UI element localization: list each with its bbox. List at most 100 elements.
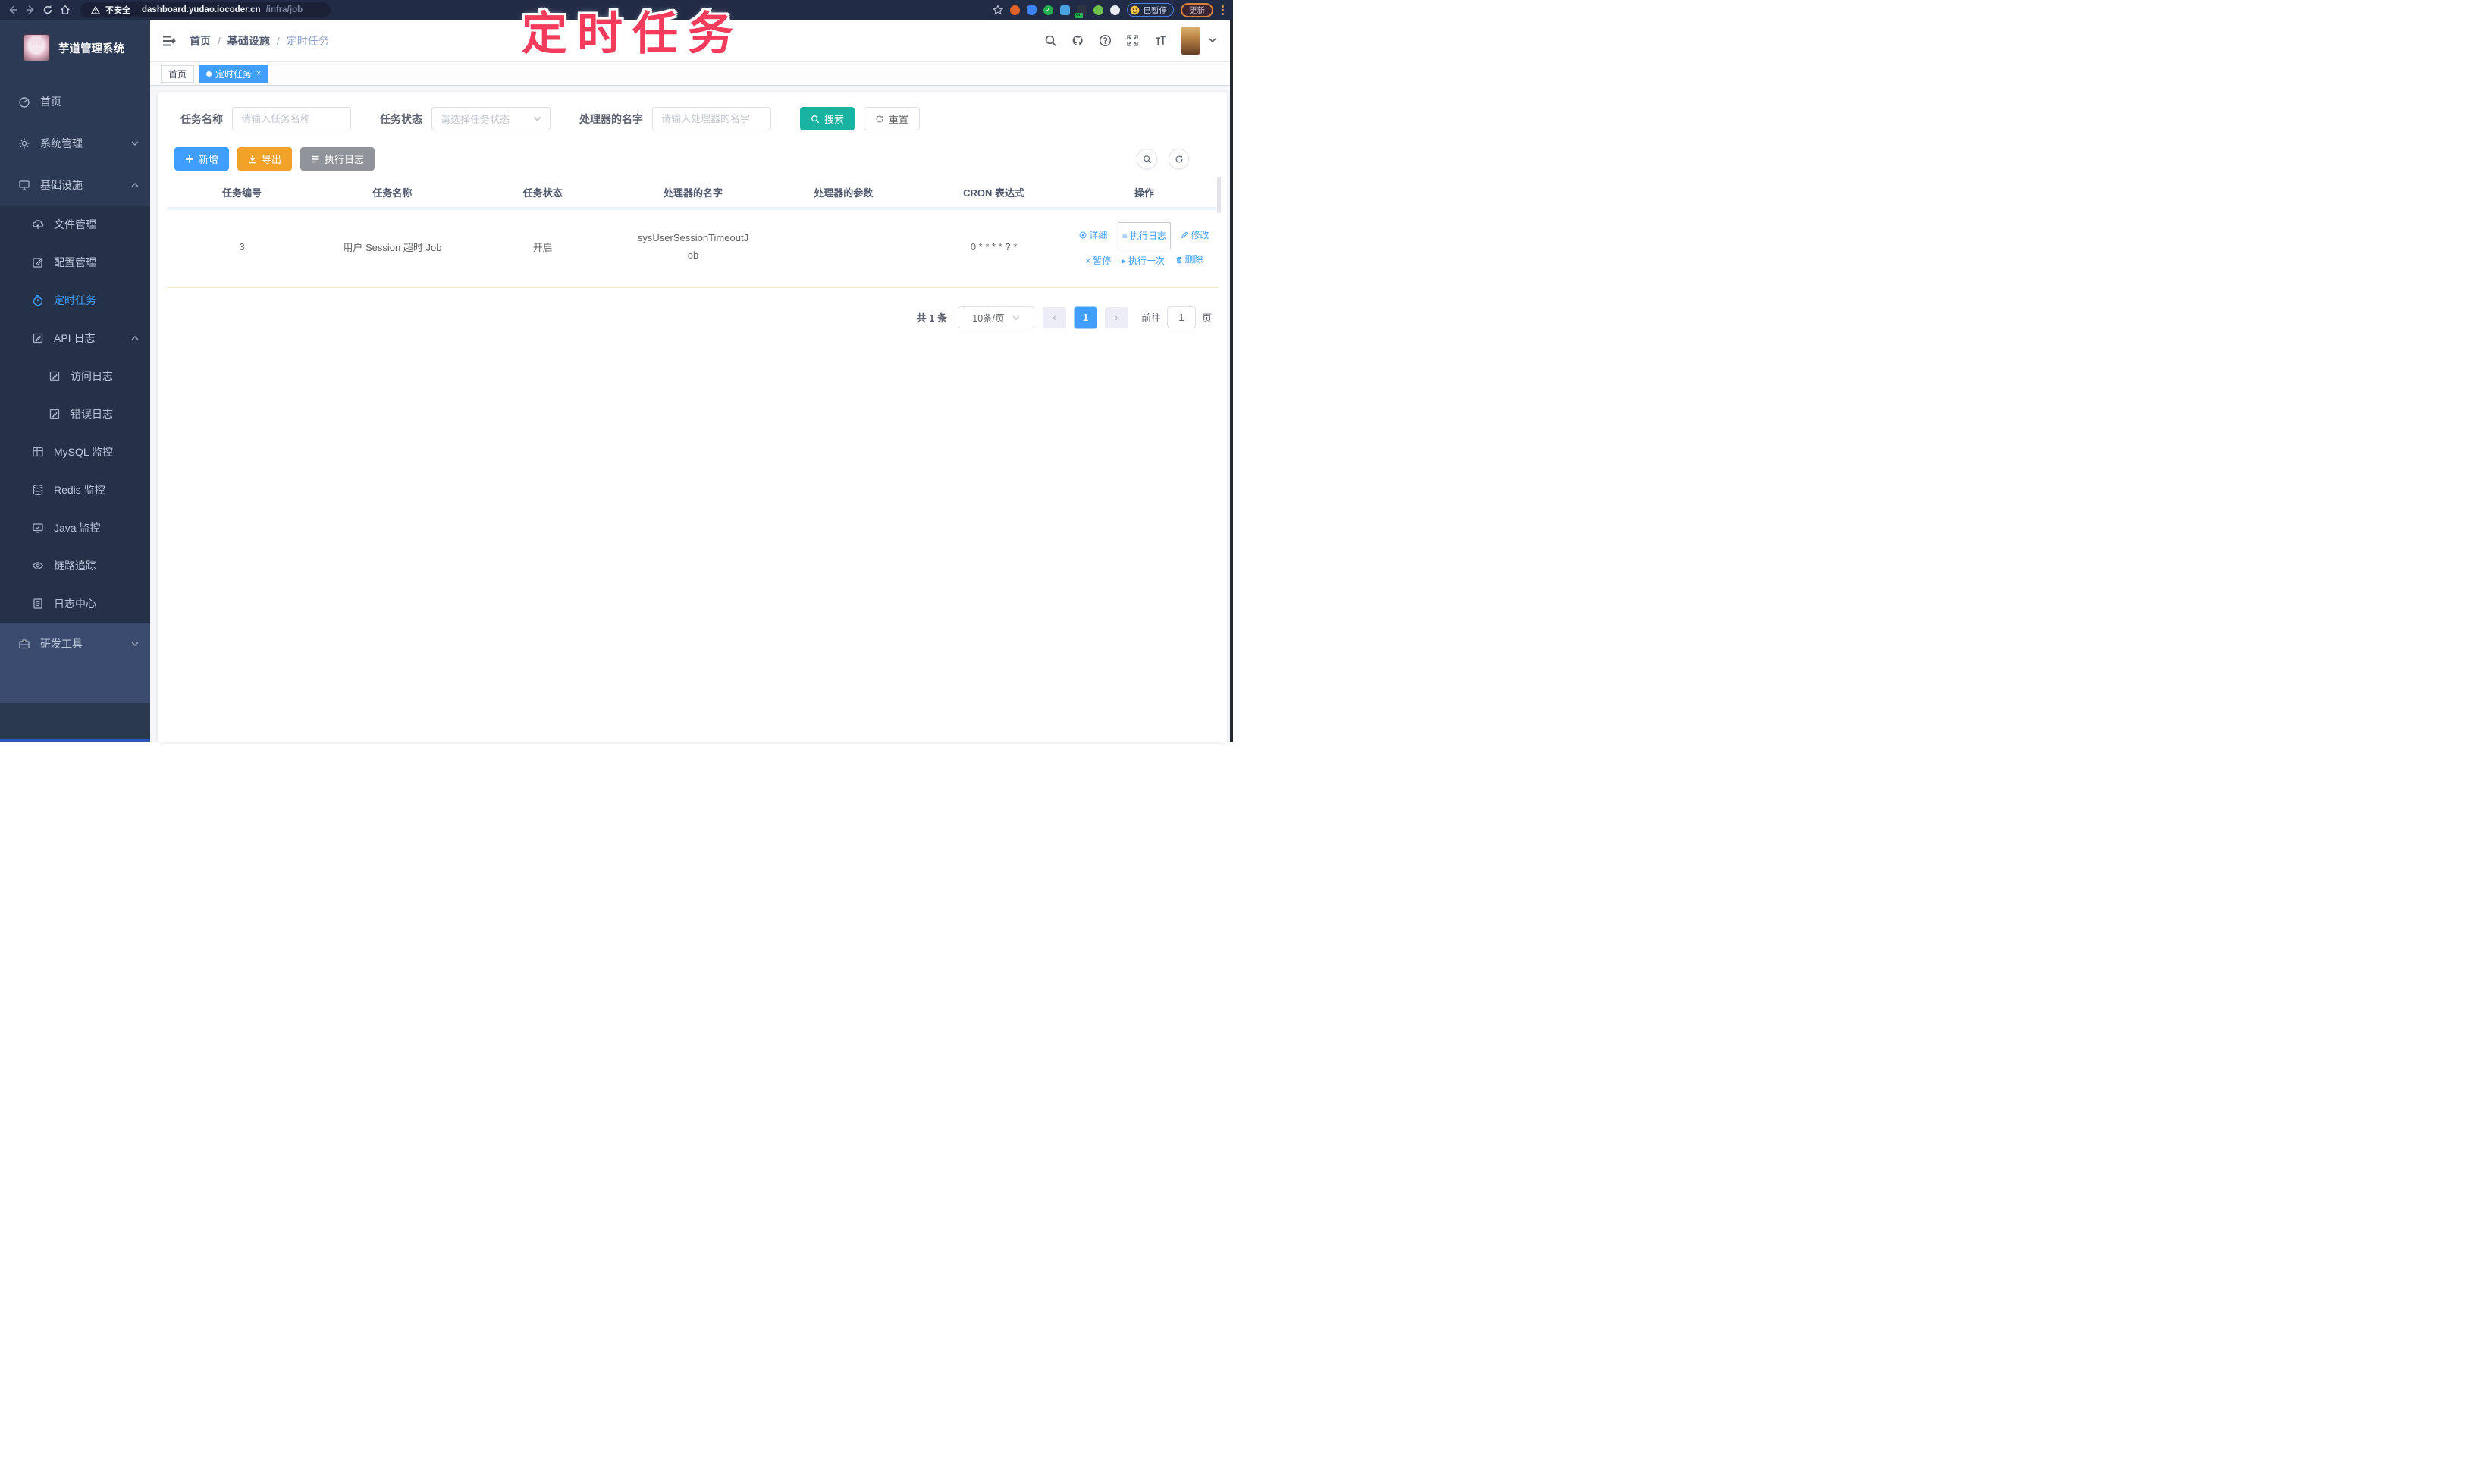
run-once-link[interactable]: ▸ 执行一次 [1122, 251, 1165, 271]
paused-extension-pill[interactable]: 已暂停 [1126, 3, 1174, 17]
log-edit-icon [49, 371, 60, 381]
tab-label: 定时任务 [215, 68, 253, 80]
home-icon[interactable] [60, 5, 71, 15]
table-row: 3 用户 Session 超时 Job 开启 sysUserSessionTim… [167, 209, 1219, 289]
cell-job-name: 用户 Session 超时 Job [317, 209, 468, 289]
font-size-icon[interactable] [1153, 34, 1166, 47]
sidebar-submenu-infra: 文件管理 配置管理 定时任务 API 日志 访问日志 错误日志 MySQL 监控… [0, 206, 150, 623]
handler-name-label: 处理器的名字 [579, 112, 643, 125]
table-scrollbar-thumb[interactable] [1217, 177, 1221, 213]
detail-link[interactable]: 详细 [1079, 225, 1107, 245]
play-icon: ▸ [1121, 255, 1126, 266]
sidebar-item-tracing[interactable]: 链路追踪 [0, 547, 150, 585]
sidebar-item-log-center[interactable]: 日志中心 [0, 585, 150, 623]
add-button[interactable]: 新增 [174, 147, 230, 171]
reset-button[interactable]: 重置 [864, 107, 921, 130]
content: 任务名称 任务状态 请选择任务状态 处理器的名字 搜索 [150, 86, 1233, 742]
extension-check-icon[interactable]: ✓ [1043, 5, 1053, 15]
extension-icon[interactable] [1109, 5, 1120, 15]
tab-home[interactable]: 首页 [161, 64, 195, 83]
help-icon[interactable] [1099, 34, 1112, 47]
cell-cron: 0 * * * * ? * [918, 209, 1069, 289]
sidebar-bottom-strip [0, 739, 150, 742]
tab-scheduled-job[interactable]: 定时任务 × [199, 64, 269, 83]
reload-icon[interactable] [42, 5, 53, 15]
job-name-input[interactable] [232, 107, 351, 130]
breadcrumb-separator: / [276, 34, 280, 47]
update-button[interactable]: 更新 [1181, 2, 1213, 17]
exec-log-link[interactable]: ≡ 执行日志 [1117, 222, 1171, 250]
breadcrumb-home[interactable]: 首页 [190, 33, 211, 49]
delete-link[interactable]: 删除 [1175, 249, 1203, 269]
goto-page-input[interactable] [1166, 306, 1196, 329]
log-edit-icon [49, 409, 60, 419]
security-label[interactable]: 不安全 [105, 4, 130, 16]
sidebar-item-scheduled-job[interactable]: 定时任务 [0, 281, 150, 319]
sidebar-item-mysql-monitor[interactable]: MySQL 监控 [0, 433, 150, 471]
app-header: 首页 / 基础设施 / 定时任务 [150, 20, 1233, 62]
extension-icon[interactable] [1009, 5, 1020, 15]
pencil-icon [1181, 231, 1189, 238]
app-logo [23, 34, 50, 61]
refresh-table-button[interactable] [1169, 149, 1189, 169]
handler-name-input[interactable] [652, 107, 771, 130]
url-host[interactable]: dashboard.yudao.iocoder.cn [142, 5, 261, 14]
chevron-up-icon [131, 182, 139, 187]
chevron-up-icon [131, 336, 139, 340]
exec-log-button[interactable]: 执行日志 [300, 147, 375, 171]
page-size-select[interactable]: 10条/页 [957, 306, 1034, 329]
avatar[interactable] [1181, 26, 1200, 55]
next-page-button[interactable]: › [1104, 306, 1128, 328]
edit-link[interactable]: 修改 [1181, 225, 1209, 245]
table-grid-icon [33, 447, 43, 457]
github-icon[interactable] [1071, 34, 1084, 47]
sidebar-item-infra[interactable]: 基础设施 [0, 164, 150, 206]
toggle-search-button[interactable] [1137, 149, 1157, 169]
address-bar[interactable]: 不安全 dashboard.yudao.iocoder.cn/infra/job [80, 2, 331, 17]
sidebar-item-api-log[interactable]: API 日志 [0, 319, 150, 357]
tab-close-icon[interactable]: × [256, 69, 261, 78]
sidebar-item-config-manage[interactable]: 配置管理 [0, 243, 150, 281]
search-icon[interactable] [1044, 34, 1057, 47]
sidebar-item-access-log[interactable]: 访问日志 [0, 357, 150, 395]
breadcrumb-infra[interactable]: 基础设施 [227, 33, 270, 49]
bookmark-star-icon[interactable] [992, 5, 1003, 15]
sidebar-item-java-monitor[interactable]: Java 监控 [0, 509, 150, 547]
pause-link[interactable]: × 暂停 [1085, 251, 1111, 271]
forward-icon[interactable] [25, 5, 36, 15]
job-status-select[interactable]: 请选择任务状态 [431, 107, 551, 130]
goto-page: 前往 页 [1141, 306, 1212, 329]
job-card: 任务名称 任务状态 请选择任务状态 处理器的名字 搜索 [158, 92, 1227, 742]
caret-down-icon[interactable] [1209, 38, 1216, 43]
extension-icon[interactable] [1059, 5, 1070, 15]
search-icon [1143, 155, 1151, 163]
on-badge: on [1075, 12, 1083, 18]
url-path[interactable]: /infra/job [266, 5, 303, 14]
sidebar-logo-row[interactable]: 芋道管理系统 [0, 20, 150, 76]
back-icon[interactable] [8, 5, 18, 15]
sidebar-item-home[interactable]: 首页 [0, 80, 150, 122]
sidebar-item-label: Redis 监控 [54, 484, 105, 496]
sidebar-item-redis-monitor[interactable]: Redis 监控 [0, 471, 150, 509]
extension-icon[interactable]: on [1075, 5, 1087, 18]
prev-page-button[interactable]: ‹ [1042, 306, 1066, 328]
current-page[interactable]: 1 [1074, 306, 1097, 328]
extension-icon[interactable] [1026, 5, 1037, 15]
main-area: 首页 / 基础设施 / 定时任务 首页 定时任务 × 任务名称 请输入任务名称 … [150, 20, 1233, 742]
search-button[interactable]: 搜索 [800, 107, 855, 130]
export-button[interactable]: 导出 [237, 147, 293, 171]
fullscreen-icon[interactable] [1126, 34, 1139, 47]
sidebar-item-error-log[interactable]: 错误日志 [0, 395, 150, 433]
warning-icon [91, 5, 100, 14]
cell-job-status: 开启 [467, 209, 618, 289]
trash-icon [1176, 256, 1181, 263]
sidebar-item-system[interactable]: 系统管理 [0, 122, 150, 164]
cell-job-id: 3 [167, 209, 318, 289]
extension-leaf-icon[interactable] [1093, 5, 1103, 15]
sidebar-item-dev-tools[interactable]: 研发工具 [0, 623, 150, 665]
browser-menu-icon[interactable] [1220, 5, 1225, 15]
list-icon [312, 155, 319, 162]
job-table: 任务编号 任务名称 任务状态 处理器的名字 处理器的参数 CRON 表达式 操作… [167, 181, 1219, 289]
sidebar-item-file-manage[interactable]: 文件管理 [0, 206, 150, 243]
hamburger-icon[interactable] [161, 33, 176, 49]
